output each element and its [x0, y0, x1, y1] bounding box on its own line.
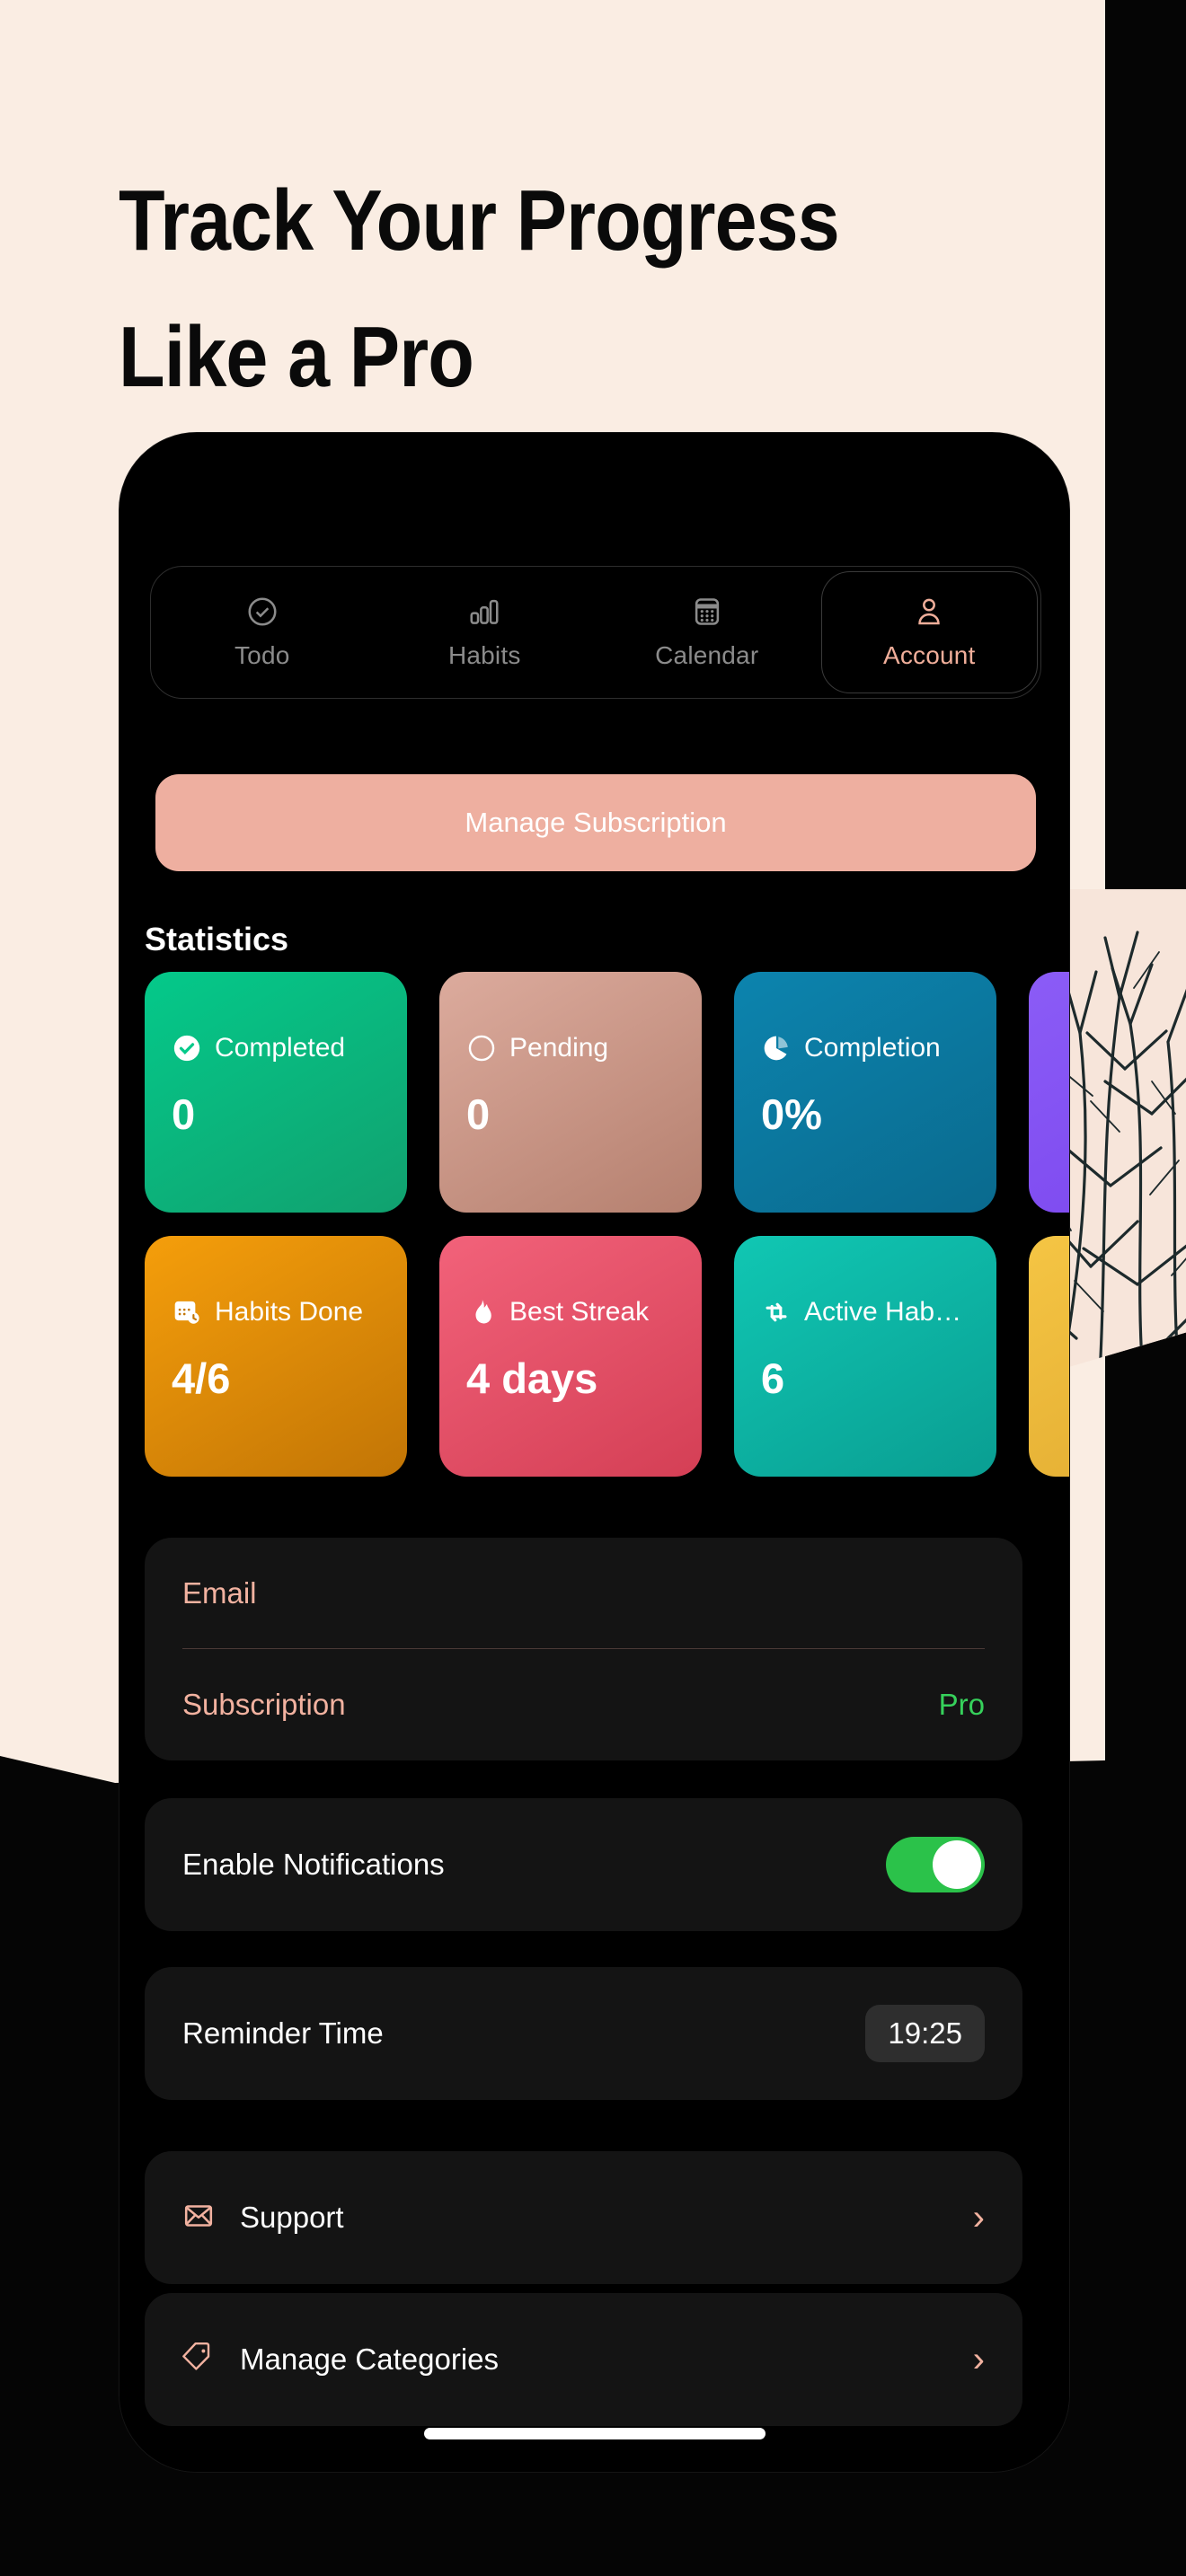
stat-value: 0 — [466, 1090, 491, 1138]
tab-todo[interactable]: Todo — [155, 572, 370, 693]
tab-calendar-label: Calendar — [655, 641, 759, 669]
stat-label: Best Streak — [509, 1297, 650, 1327]
circle-outline-icon — [466, 1033, 497, 1063]
tab-habits-label: Habits — [447, 641, 521, 669]
tab-account-label: Account — [882, 641, 976, 669]
calendar-clock-icon — [172, 1297, 202, 1328]
stat-card-best-streak[interactable]: Best Streak 4 days — [439, 1236, 702, 1477]
headline-line-1: Track Your Progress — [119, 172, 840, 269]
stat-value: 0 — [172, 1090, 196, 1138]
tab-account[interactable]: Account — [820, 571, 1038, 693]
stat-card-completion[interactable]: Completion 0% — [734, 972, 996, 1213]
manage-categories-row-content: Manage Categories — [182, 2342, 499, 2378]
stat-label: Completion — [804, 1033, 941, 1063]
enable-notifications-label: Enable Notifications — [182, 1848, 445, 1881]
app-screen: Todo Habits Calendar Account Manage Subs… — [119, 433, 1069, 2472]
chevron-right-icon: › — [972, 2198, 985, 2237]
bar-chart-icon — [467, 595, 501, 629]
tab-habits[interactable]: Habits — [377, 572, 593, 693]
support-row-content: Support — [182, 2200, 344, 2236]
statistics-row-1: Completed 0 Pending 0 Completion 0% — [145, 972, 1069, 1213]
reminder-time-picker[interactable]: 19:25 — [865, 2005, 985, 2062]
check-circle-icon — [245, 595, 279, 629]
tab-calendar[interactable]: Calendar — [599, 572, 815, 693]
repeat-icon — [761, 1297, 792, 1328]
tab-todo-label: Todo — [234, 641, 290, 669]
subscription-status-badge: Pro — [938, 1688, 985, 1721]
person-icon — [912, 595, 946, 629]
chevron-right-icon: › — [972, 2340, 985, 2379]
stat-label: Pending — [509, 1033, 609, 1063]
email-row[interactable]: Email — [182, 1538, 985, 1649]
flame-icon — [466, 1297, 497, 1328]
subscription-label: Subscription — [182, 1688, 346, 1721]
stat-card-next-partial-2[interactable] — [1029, 1236, 1069, 1477]
enable-notifications-row[interactable]: Enable Notifications — [145, 1798, 1022, 1931]
stat-label: Habits Done — [215, 1297, 364, 1327]
stat-card-pending[interactable]: Pending 0 — [439, 972, 702, 1213]
reminder-time-label: Reminder Time — [182, 2016, 384, 2050]
manage-categories-row[interactable]: Manage Categories › — [145, 2293, 1022, 2426]
account-info-card: Email Subscription Pro — [145, 1538, 1022, 1760]
statistics-carousel[interactable]: Completed 0 Pending 0 Completion 0% Habi… — [145, 972, 1069, 1484]
subscription-row[interactable]: Subscription Pro — [182, 1649, 985, 1760]
manage-categories-label: Manage Categories — [240, 2342, 500, 2376]
reminder-time-row[interactable]: Reminder Time 19:25 — [145, 1967, 1022, 2100]
stat-value: 6 — [761, 1354, 785, 1402]
pie-chart-icon — [761, 1033, 792, 1063]
toggle-knob — [933, 1840, 981, 1889]
support-row[interactable]: Support › — [145, 2151, 1022, 2284]
stat-value: 4 days — [466, 1354, 598, 1402]
headline-line-2: Like a Pro — [119, 309, 474, 405]
support-label: Support — [240, 2201, 344, 2234]
home-indicator — [423, 2428, 766, 2439]
envelope-icon — [182, 2200, 215, 2236]
tag-icon — [182, 2342, 215, 2378]
statistics-heading: Statistics — [145, 921, 289, 957]
stat-value: 0% — [761, 1090, 822, 1138]
bottom-tab-bar: Todo Habits Calendar Account — [150, 566, 1041, 699]
stat-label: Active Hab… — [804, 1297, 962, 1327]
page-title: Track Your Progress Like a Pro — [119, 153, 988, 426]
stat-card-completed[interactable]: Completed 0 — [145, 972, 407, 1213]
stat-card-habits-done[interactable]: Habits Done 4/6 — [145, 1236, 407, 1477]
stat-label: Completed — [215, 1033, 346, 1063]
enable-notifications-toggle[interactable] — [886, 1837, 985, 1892]
manage-subscription-button[interactable]: Manage Subscription — [155, 774, 1036, 871]
statistics-row-2: Habits Done 4/6 Best Streak 4 days Activ… — [145, 1236, 1069, 1477]
stat-card-next-partial[interactable] — [1029, 972, 1069, 1213]
stat-card-active-habits[interactable]: Active Hab… 6 — [734, 1236, 996, 1477]
calendar-icon — [690, 595, 724, 629]
stat-value: 4/6 — [172, 1354, 231, 1402]
check-filled-icon — [172, 1033, 202, 1063]
phone-mockup: Todo Habits Calendar Account Manage Subs… — [119, 433, 1069, 2472]
email-label: Email — [182, 1575, 257, 1610]
